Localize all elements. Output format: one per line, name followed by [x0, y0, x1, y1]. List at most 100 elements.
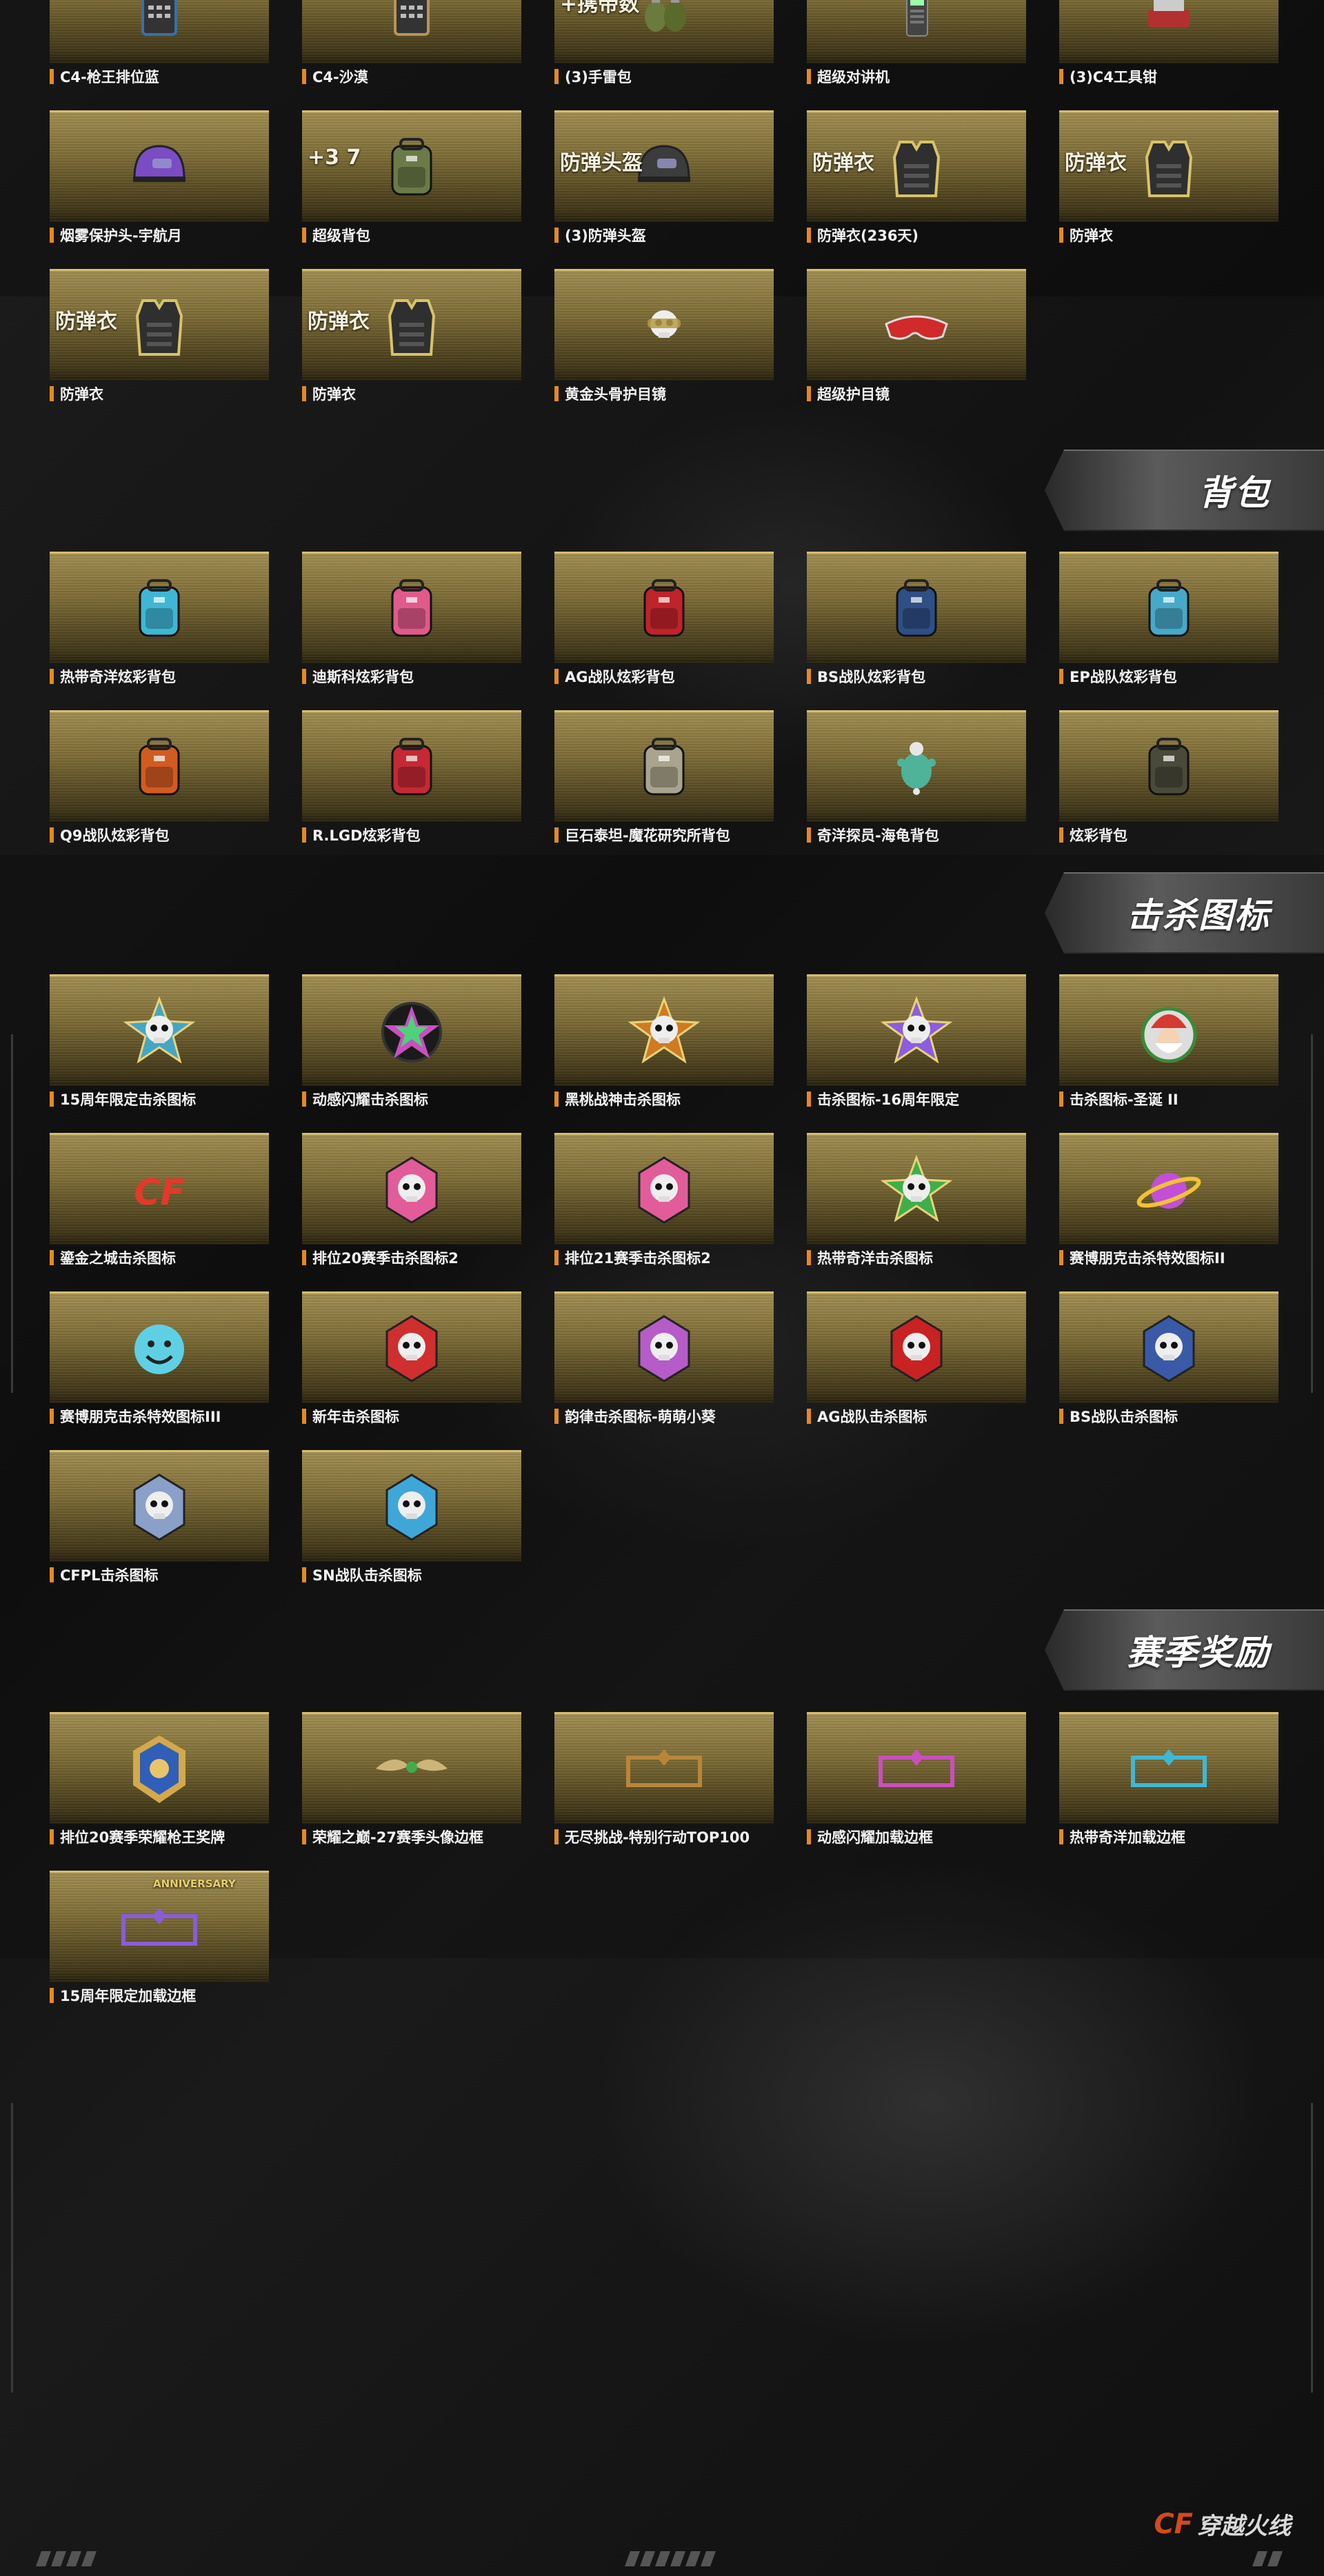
label-marker [302, 1829, 306, 1844]
item-label: C4-枪王排位蓝 [50, 68, 269, 85]
item-card[interactable]: +携带数 (3)手雷包 [554, 0, 774, 90]
skull-badge-icon [302, 1459, 521, 1556]
item-card[interactable]: C4-沙漠 [302, 0, 521, 90]
item-card[interactable]: 排位20赛季击杀图标2 [302, 1133, 521, 1271]
item-card[interactable]: 超级对讲机 [807, 0, 1026, 90]
item-card[interactable]: CF 鎏金之城击杀图标 [50, 1133, 269, 1271]
frame-line [1311, 2103, 1313, 2393]
item-card[interactable]: ANNIVERSARY 15周年限定加载边框 [50, 1871, 269, 2009]
item-card[interactable]: 超级爆破模式 间谍模式 幽灵模式 爆破模式 (3)C4工具钳 [1059, 0, 1278, 90]
item-card-panel [807, 0, 1026, 63]
label-marker [1059, 1250, 1063, 1265]
backpack-icon [554, 561, 774, 657]
item-label-text: 巨石泰坦-魔花研究所背包 [565, 827, 730, 844]
item-label: Q9战队炫彩背包 [50, 826, 269, 844]
item-card[interactable]: BS战队击杀图标 [1059, 1291, 1278, 1429]
backpack-icon [50, 719, 269, 816]
item-card[interactable]: 排位21赛季击杀图标2 [554, 1133, 774, 1271]
item-card[interactable]: R.LGD炫彩背包 [302, 710, 521, 848]
item-card-panel [50, 110, 269, 222]
item-tag: 防弹衣 [55, 310, 117, 334]
item-card[interactable]: 韵律击杀图标-萌萌小葵 [554, 1291, 774, 1429]
item-card[interactable]: 热带奇洋加载边框 [1059, 1712, 1278, 1850]
item-label-text: (3)C4工具钳 [1070, 69, 1157, 85]
item-card-panel [1059, 1291, 1278, 1403]
item-label: (3)手雷包 [554, 68, 774, 85]
label-marker [807, 69, 811, 84]
item-card[interactable]: CFPL击杀图标 [50, 1450, 269, 1588]
label-marker [50, 1988, 54, 2003]
item-card[interactable]: 巨石泰坦-魔花研究所背包 [554, 710, 774, 848]
item-card[interactable]: 荣耀之巅-27赛季头像边框 [302, 1712, 521, 1850]
item-card[interactable]: C4-枪王排位蓝 [50, 0, 269, 90]
skull-badge-icon [807, 1300, 1026, 1397]
item-card-panel [302, 552, 521, 663]
label-marker [807, 1409, 811, 1424]
item-card[interactable]: 炫彩背包 [1059, 710, 1278, 848]
item-card-panel [302, 1712, 521, 1824]
label-marker [50, 1567, 54, 1582]
item-card[interactable]: 防弹衣 防弹衣 [302, 269, 521, 407]
item-card[interactable]: 防弹头盔 (3)防弹头盔 [554, 110, 774, 248]
item-card[interactable]: 防弹衣 防弹衣 [1059, 110, 1278, 248]
c4-bomb-icon [302, 0, 521, 57]
item-label: BS战队炫彩背包 [807, 667, 1026, 685]
item-card[interactable]: 动感闪耀加载边框 [807, 1712, 1026, 1850]
item-label-text: EP战队炫彩背包 [1070, 669, 1177, 685]
item-card[interactable]: 击杀图标-16周年限定 [807, 974, 1026, 1112]
item-card[interactable]: 赛博朋克击杀特效图标III [50, 1291, 269, 1429]
item-label-text: 超级背包 [312, 228, 370, 244]
item-card[interactable]: 击杀图标-圣诞 II [1059, 974, 1278, 1112]
label-marker [807, 1250, 811, 1265]
item-card[interactable]: 迪斯科炫彩背包 [302, 552, 521, 690]
item-card[interactable]: SN战队击杀图标 [302, 1450, 521, 1588]
label-marker [302, 1091, 306, 1107]
item-card-panel [807, 1712, 1026, 1824]
item-card[interactable]: 热带奇洋炫彩背包 [50, 552, 269, 690]
item-card-panel [1059, 710, 1278, 822]
item-label: AG战队击杀图标 [807, 1407, 1026, 1425]
label-marker [302, 69, 306, 84]
item-card[interactable]: 防弹衣 防弹衣 [50, 269, 269, 407]
item-card[interactable]: 黄金头骨护目镜 [554, 269, 774, 407]
item-card[interactable]: 赛博朋克击杀特效图标II [1059, 1133, 1278, 1271]
item-label: SN战队击杀图标 [302, 1566, 521, 1584]
item-card[interactable]: 动感闪耀击杀图标 [302, 974, 521, 1112]
item-card[interactable]: 排位20赛季荣耀枪王奖牌 [50, 1712, 269, 1850]
item-label-text: SN战队击杀图标 [312, 1567, 422, 1584]
section-heading: 背包 [1045, 450, 1324, 531]
item-card[interactable]: AG战队炫彩背包 [554, 552, 774, 690]
item-card[interactable]: 无尽挑战-特别行动TOP100 [554, 1712, 774, 1850]
item-label: 黄金头骨护目镜 [554, 385, 774, 403]
item-card[interactable]: 新年击杀图标 [302, 1291, 521, 1429]
item-card[interactable]: 热带奇洋击杀图标 [807, 1133, 1026, 1271]
item-card[interactable]: 奇洋探员-海龟背包 [807, 710, 1026, 848]
item-card[interactable]: 防弹衣 防弹衣(236天) [807, 110, 1026, 248]
skull-badge-icon [1059, 1300, 1278, 1397]
item-label: 超级护目镜 [807, 385, 1026, 403]
santa-badge-icon [1059, 983, 1278, 1080]
star-badge-icon [302, 983, 521, 1080]
item-card[interactable]: 黑桃战神击杀图标 [554, 974, 774, 1112]
item-label: 热带奇洋击杀图标 [807, 1249, 1026, 1267]
backpack-icon [50, 561, 269, 657]
item-card[interactable]: 超级护目镜 [807, 269, 1026, 407]
label-marker [302, 827, 306, 843]
item-label-text: 黑桃战神击杀图标 [565, 1091, 681, 1108]
label-marker [807, 386, 811, 401]
item-card[interactable]: EP战队炫彩背包 [1059, 552, 1278, 690]
item-label: (3)C4工具钳 [1059, 68, 1278, 85]
item-label-text: 防弹衣 [312, 386, 356, 403]
item-tag: +携带数 [560, 0, 640, 17]
label-marker [554, 386, 559, 401]
item-card[interactable]: +3 7 超级背包 [302, 110, 521, 248]
item-tag: +3 7 [308, 145, 361, 170]
item-card[interactable]: BS战队炫彩背包 [807, 552, 1026, 690]
item-card[interactable]: 烟雾保护头-宇航月 [50, 110, 269, 248]
item-card[interactable]: AG战队击杀图标 [807, 1291, 1026, 1429]
item-card[interactable]: Q9战队炫彩背包 [50, 710, 269, 848]
item-card[interactable]: 15周年限定击杀图标 [50, 974, 269, 1112]
svg-text:CF: CF [134, 1172, 185, 1214]
section-heading-text: 赛季奖励 [1127, 1633, 1270, 1673]
item-label-text: 击杀图标-圣诞 II [1070, 1091, 1178, 1108]
